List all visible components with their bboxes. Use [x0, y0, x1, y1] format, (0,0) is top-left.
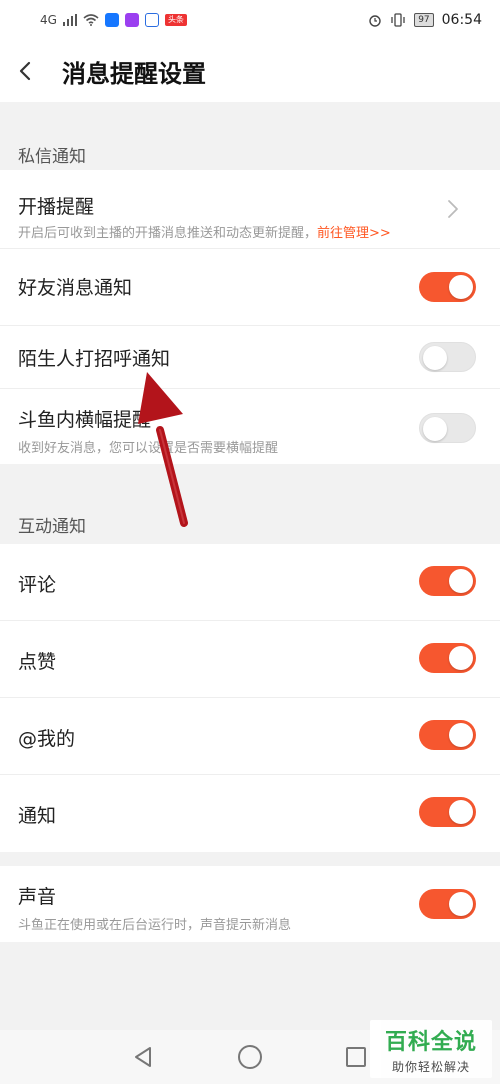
row-stranger-greeting: 陌生人打招呼通知	[0, 326, 500, 388]
toggle-knob	[423, 346, 447, 370]
row-notify: 通知	[0, 775, 500, 852]
battery-level: 97	[414, 13, 434, 27]
app-icon-blue	[104, 13, 119, 27]
row-sound: 声音 斗鱼正在使用或在后台运行时，声音提示新消息	[0, 866, 500, 942]
clock: 06:54	[441, 12, 482, 28]
notify-toggle[interactable]	[419, 797, 476, 827]
row-friend-message: 好友消息通知	[0, 249, 500, 325]
interaction-notification-group: 评论 点赞 @我的 通知	[0, 544, 500, 852]
row-mention: @我的	[0, 698, 500, 774]
page-header: 消息提醒设置	[0, 40, 500, 102]
app-icon-purple	[124, 13, 139, 27]
watermark-logo: 百科全说 助你轻松解决	[370, 1020, 492, 1078]
alarm-icon	[369, 15, 381, 27]
vibrate-icon	[391, 13, 405, 27]
sound-toggle[interactable]	[419, 889, 476, 919]
row-title: 斗鱼内横幅提醒	[18, 409, 152, 431]
stranger-greeting-toggle[interactable]	[419, 342, 476, 372]
signal-indicator: 4G	[40, 13, 57, 27]
square-recent-icon[interactable]	[346, 1047, 366, 1067]
row-banner-reminder: 斗鱼内横幅提醒 收到好友消息，您可以设置是否需要横幅提醒	[0, 389, 500, 464]
row-comment: 评论	[0, 544, 500, 620]
row-title: 声音	[18, 886, 57, 908]
mention-toggle[interactable]	[419, 720, 476, 750]
baidu-paw-icon	[144, 13, 159, 27]
section-label-interaction: 互动通知	[18, 517, 86, 537]
watermark-main: 百科全说	[384, 1030, 477, 1055]
toggle-knob	[449, 275, 473, 299]
row-title: 陌生人打招呼通知	[18, 348, 171, 370]
manage-link[interactable]: 前往管理>>	[317, 226, 391, 241]
sound-group: 声音 斗鱼正在使用或在后台运行时，声音提示新消息	[0, 866, 500, 942]
toggle-knob	[449, 892, 473, 916]
toggle-knob	[449, 800, 473, 824]
toggle-knob	[449, 723, 473, 747]
row-subtitle: 开启后可收到主播的开播消息推送和动态更新提醒，前往管理>>	[18, 226, 391, 241]
row-like: 点赞	[0, 621, 500, 697]
friend-message-toggle[interactable]	[419, 272, 476, 302]
status-left: 4G 头条	[40, 13, 187, 27]
toggle-knob	[449, 569, 473, 593]
section-label-private: 私信通知	[18, 147, 86, 167]
row-title: 评论	[18, 574, 57, 596]
status-right: 97 06:54	[368, 12, 482, 28]
chevron-right-icon	[448, 200, 458, 218]
banner-reminder-toggle[interactable]	[419, 413, 476, 443]
row-title: 开播提醒	[18, 196, 95, 218]
private-notification-group: 开播提醒 开启后可收到主播的开播消息推送和动态更新提醒，前往管理>> 好友消息通…	[0, 170, 500, 464]
wifi-icon	[83, 14, 99, 26]
toggle-knob	[449, 646, 473, 670]
row-title: @我的	[18, 728, 76, 750]
status-bar: 4G 头条 97 06:54	[0, 0, 500, 40]
toggle-knob	[423, 417, 447, 441]
signal-icon	[62, 14, 77, 26]
circle-home-icon[interactable]	[238, 1045, 262, 1069]
row-subtitle: 斗鱼正在使用或在后台运行时，声音提示新消息	[18, 918, 292, 933]
row-title: 点赞	[18, 651, 57, 673]
row-title: 好友消息通知	[18, 277, 133, 299]
triangle-back-icon[interactable]	[132, 1045, 154, 1069]
news-badge: 头条	[164, 14, 187, 26]
row-subtitle: 收到好友消息，您可以设置是否需要横幅提醒	[18, 441, 279, 456]
comment-toggle[interactable]	[419, 566, 476, 596]
watermark-sub: 助你轻松解决	[391, 1060, 470, 1074]
row-live-reminder[interactable]: 开播提醒 开启后可收到主播的开播消息推送和动态更新提醒，前往管理>>	[0, 170, 500, 248]
page-title: 消息提醒设置	[62, 60, 206, 88]
row-title: 通知	[18, 805, 57, 827]
like-toggle[interactable]	[419, 643, 476, 673]
chevron-left-icon[interactable]	[14, 56, 38, 86]
